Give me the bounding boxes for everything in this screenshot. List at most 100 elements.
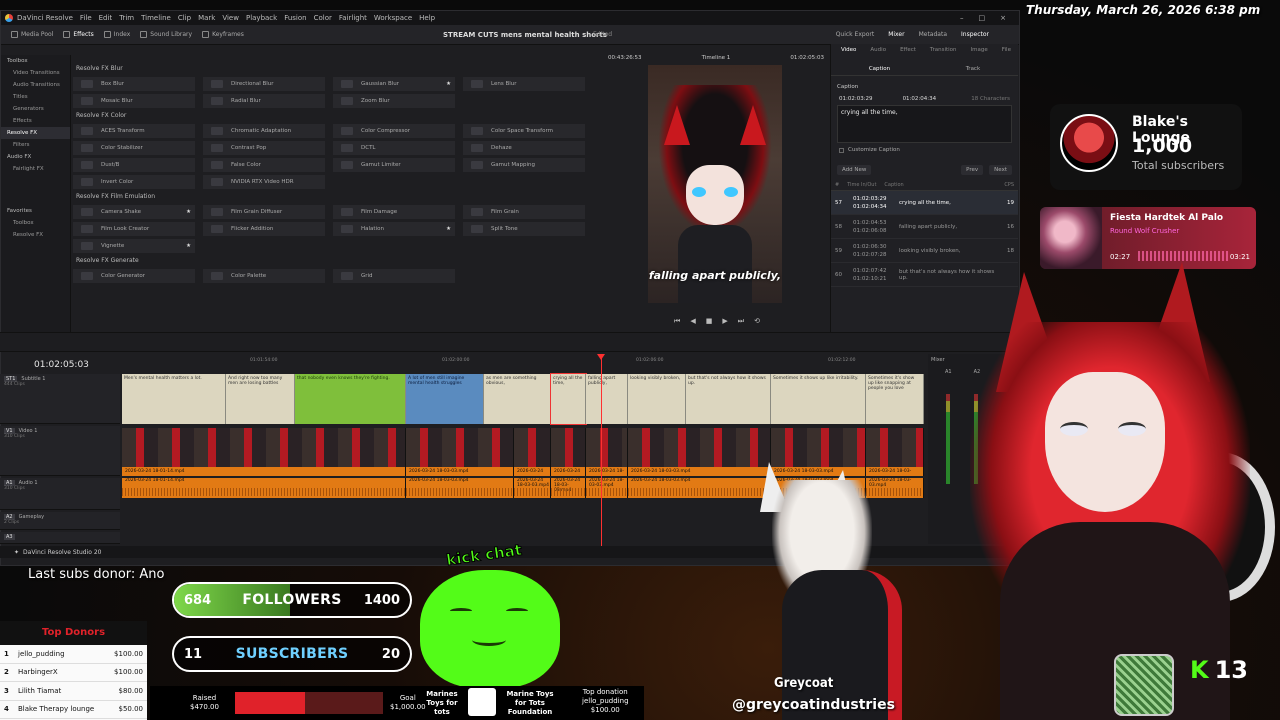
- menu-view[interactable]: View: [222, 14, 239, 22]
- fx-item[interactable]: NVIDIA RTX Video HDR: [203, 175, 325, 189]
- fx-item[interactable]: Gamut Limiter: [333, 158, 455, 172]
- video-clip[interactable]: 2026-03-24 18-03-03.mp4: [551, 428, 586, 476]
- audio-clip[interactable]: 2026-03-24 18-03-03.mp4: [628, 478, 771, 498]
- subtitle-clip[interactable]: A lot of men still imagine mental health…: [406, 374, 484, 424]
- menu-clip[interactable]: Clip: [178, 14, 191, 22]
- sidebar-item-audio-fx[interactable]: Audio FX: [1, 151, 70, 163]
- customize-caption-checkbox[interactable]: Customize Caption: [839, 147, 1018, 153]
- sidebar-item-favorites[interactable]: Favorites: [1, 205, 70, 217]
- fx-item[interactable]: Color Stabilizer: [73, 141, 195, 155]
- fx-item[interactable]: Split Tone: [463, 222, 585, 236]
- stop-icon[interactable]: ■: [706, 317, 713, 325]
- tab-video[interactable]: Video: [841, 47, 856, 53]
- track-header[interactable]: A2 Gameplay 2 Clips: [0, 512, 120, 530]
- fx-item[interactable]: Invert Color: [73, 175, 195, 189]
- fx-item[interactable]: Camera Shake ★: [73, 205, 195, 219]
- sidebar-item-resolve-fx[interactable]: Resolve FX: [1, 127, 70, 139]
- menu-timeline[interactable]: Timeline: [141, 14, 171, 22]
- track-header[interactable]: V1 Video 1 310 Clips: [0, 426, 120, 476]
- skip-end-icon[interactable]: ⏭: [738, 317, 744, 326]
- subtitle-clip[interactable]: Sometimes it shows up like irritability.: [771, 374, 866, 424]
- fx-item[interactable]: Flicker Addition: [203, 222, 325, 236]
- next-button[interactable]: Next: [989, 165, 1012, 175]
- subtitle-clip[interactable]: falling apart publicly,: [586, 374, 628, 424]
- menu-edit[interactable]: Edit: [99, 14, 113, 22]
- caption-row[interactable]: 58 01:02:04:53 01:02:06:08 falling apart pu…: [831, 215, 1018, 239]
- audio-clip[interactable]: 2026-03-24 18-03-03.mp4: [586, 478, 628, 498]
- caption-row[interactable]: 59 01:02:06:30 01:02:07:28 looking visibly …: [831, 239, 1018, 263]
- menu-mark[interactable]: Mark: [198, 14, 215, 22]
- fx-item[interactable]: Halation ★: [333, 222, 455, 236]
- fx-item[interactable]: Film Grain: [463, 205, 585, 219]
- video-clip[interactable]: 2026-03-24 18-03-03.mp4: [628, 428, 771, 476]
- fx-item[interactable]: Box Blur: [73, 77, 195, 91]
- tab-track[interactable]: Track: [966, 66, 980, 72]
- caption-tc-out[interactable]: 01:02:04:34: [903, 96, 937, 102]
- fx-item[interactable]: Film Damage: [333, 205, 455, 219]
- fx-section-title[interactable]: Resolve FX Generate: [76, 257, 595, 264]
- sound-library-button[interactable]: Sound Library: [140, 31, 192, 38]
- sidebar-item-audio-transitions[interactable]: Audio Transitions: [1, 79, 70, 91]
- sidebar-item-fairlight-fx[interactable]: Fairlight FX: [1, 163, 70, 175]
- favorite-star-icon[interactable]: ★: [186, 243, 191, 249]
- caption-row[interactable]: 57 01:02:03:29 01:02:04:34 crying all the t…: [831, 191, 1018, 215]
- mixer-button[interactable]: Mixer: [888, 31, 904, 38]
- add-new-button[interactable]: Add New: [837, 165, 872, 175]
- metadata-button[interactable]: Metadata: [919, 31, 947, 38]
- audio-clip[interactable]: 2026-03-24 18-01-14.mp4: [122, 478, 406, 498]
- fx-item[interactable]: Dust/B: [73, 158, 195, 172]
- track-header[interactable]: ST1 Subtitle 1 444 Clips: [0, 374, 120, 424]
- minimize-icon[interactable]: –: [960, 14, 964, 22]
- menu-app[interactable]: DaVinci Resolve: [17, 14, 73, 22]
- prev-button[interactable]: Prev: [961, 165, 984, 175]
- video-clip[interactable]: 2026-03-24 18-03-03.mp4: [406, 428, 514, 476]
- menu-fairlight[interactable]: Fairlight: [339, 14, 367, 22]
- sidebar-item-fav-toolbox[interactable]: Toolbox: [1, 217, 70, 229]
- reverse-icon[interactable]: ◀: [690, 317, 695, 325]
- tab-caption[interactable]: Caption: [869, 66, 890, 72]
- audio-clip[interactable]: 2026-03-24 18-03-03.mp4: [514, 478, 551, 498]
- close-icon[interactable]: ×: [1000, 14, 1006, 22]
- fx-item[interactable]: Gamut Mapping: [463, 158, 585, 172]
- index-button[interactable]: Index: [103, 31, 130, 38]
- loop-icon[interactable]: ⟲: [754, 317, 760, 325]
- sidebar-item-effects[interactable]: Effects: [1, 115, 70, 127]
- fx-item[interactable]: Film Grain Diffuser: [203, 205, 325, 219]
- subtitle-clip[interactable]: crying all the time,: [550, 373, 587, 425]
- favorite-star-icon[interactable]: ★: [186, 209, 191, 215]
- menu-file[interactable]: File: [80, 14, 92, 22]
- fx-section-title[interactable]: Resolve FX Color: [76, 112, 595, 119]
- fx-item[interactable]: Contrast Pop: [203, 141, 325, 155]
- fx-item[interactable]: False Color: [203, 158, 325, 172]
- fx-item[interactable]: ACES Transform: [73, 124, 195, 138]
- video-clip[interactable]: 2026-03-24 18-03-03.mp4: [514, 428, 551, 476]
- fx-item[interactable]: Gaussian Blur ★: [333, 77, 455, 91]
- play-icon[interactable]: ▶: [722, 317, 727, 325]
- fx-item[interactable]: Color Compressor: [333, 124, 455, 138]
- fx-item[interactable]: Color Generator: [73, 269, 195, 283]
- sidebar-item-toolbox[interactable]: Toolbox: [1, 55, 70, 67]
- subtitle-clip[interactable]: as men are something obvious,: [484, 374, 551, 424]
- effects-button[interactable]: Effects: [63, 31, 94, 38]
- menu-trim[interactable]: Trim: [119, 14, 134, 22]
- video-clip[interactable]: 2026-03-24 18-03-03.mp4: [586, 428, 628, 476]
- subtitle-clip[interactable]: Sometimes it's show up like snapping at …: [866, 374, 924, 424]
- quick-export-button[interactable]: Quick Export: [836, 31, 875, 38]
- subtitle-clip[interactable]: And right now too many men are losing ba…: [226, 374, 295, 424]
- sidebar-item-generators[interactable]: Generators: [1, 103, 70, 115]
- fx-item[interactable]: DCTL: [333, 141, 455, 155]
- subtitle-clip[interactable]: that nobody even knows they're fighting.: [295, 374, 406, 424]
- fx-item[interactable]: Grid: [333, 269, 455, 283]
- fx-item[interactable]: Dehaze: [463, 141, 585, 155]
- fx-item[interactable]: Color Space Transform: [463, 124, 585, 138]
- tab-effect[interactable]: Effect: [900, 47, 916, 53]
- menu-workspace[interactable]: Workspace: [374, 14, 412, 22]
- caption-tc-in[interactable]: 01:02:03:29: [839, 96, 873, 102]
- tab-image[interactable]: Image: [971, 47, 988, 53]
- menu-color[interactable]: Color: [314, 14, 332, 22]
- tab-audio[interactable]: Audio: [870, 47, 886, 53]
- playhead[interactable]: [597, 354, 605, 546]
- timeline-ruler[interactable]: 01:01:54:00 01:02:00:00 01:02:06:00 01:02:1…: [122, 356, 924, 368]
- fx-section-title[interactable]: Resolve FX Film Emulation: [76, 193, 595, 200]
- skip-start-icon[interactable]: ⏮: [674, 317, 680, 326]
